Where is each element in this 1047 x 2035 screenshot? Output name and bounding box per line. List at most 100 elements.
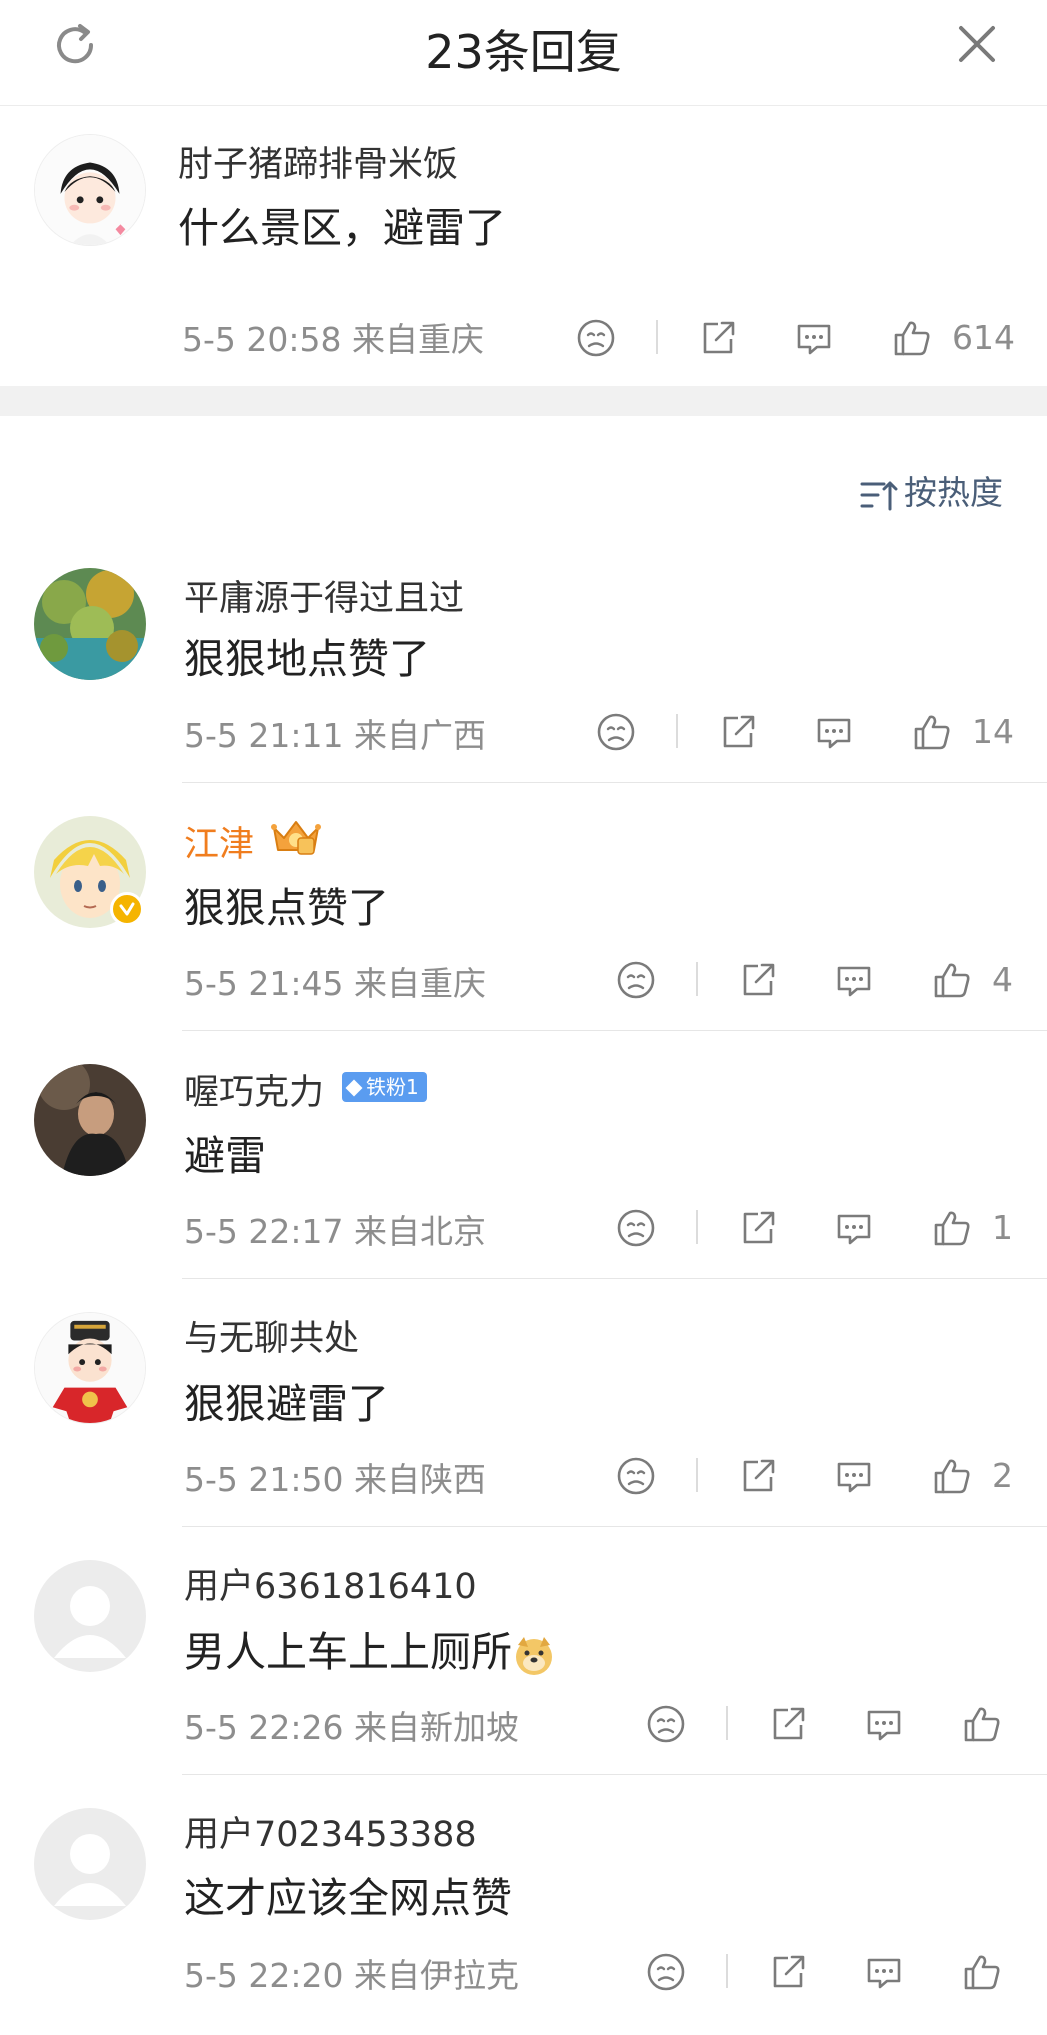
row-divider: [182, 1774, 1047, 1775]
reply-meta: 5-5 21:45 来自重庆: [184, 957, 486, 1005]
like-count: 14: [972, 712, 1014, 751]
sad-face-icon[interactable]: [614, 1454, 658, 1498]
reply-timestamp: 5-5 22:26: [184, 1708, 344, 1747]
comment-icon[interactable]: [862, 1950, 906, 1994]
reply-location: 来自北京: [354, 1212, 486, 1251]
reply-text: 避雷: [184, 1132, 266, 1180]
comment-icon[interactable]: [792, 316, 836, 360]
share-icon[interactable]: [736, 1206, 780, 1250]
reply-text: 狠狠地点赞了: [184, 635, 430, 683]
like-count: 1: [992, 1208, 1013, 1247]
reply-location: 来自新加坡: [354, 1708, 519, 1747]
close-icon[interactable]: [953, 20, 1001, 68]
comment-location: 来自重庆: [352, 320, 484, 359]
reply-author[interactable]: 用户6361816410: [184, 1558, 477, 1609]
reply-timestamp: 5-5 22:17: [184, 1212, 344, 1251]
fan-badge: 铁粉1: [342, 1072, 427, 1102]
reply-author[interactable]: 平庸源于得过且过: [184, 570, 464, 621]
header-bar: 23条回复: [0, 0, 1047, 106]
reply-actions: 4: [614, 958, 1014, 1002]
reply-meta: 5-5 22:26 来自新加坡: [184, 1701, 519, 1749]
sort-icon: [858, 475, 900, 515]
main-comment: 肘子猪蹄排骨米饭 什么景区，避雷了 5-5 20:58 来自重庆 614: [0, 106, 1047, 386]
comment-icon[interactable]: [832, 1206, 876, 1250]
sad-face-icon[interactable]: [574, 316, 618, 360]
reply-timestamp: 5-5 21:50: [184, 1460, 344, 1499]
divider: [696, 1210, 698, 1244]
reply-timestamp: 5-5 21:11: [184, 716, 344, 755]
divider: [696, 962, 698, 996]
crown-badge-icon: [268, 814, 324, 858]
divider: [676, 714, 678, 748]
comment-icon[interactable]: [832, 1454, 876, 1498]
avatar[interactable]: [34, 134, 146, 246]
row-divider: [182, 1030, 1047, 1031]
avatar[interactable]: [34, 1560, 146, 1672]
reply-timestamp: 5-5 22:20: [184, 1956, 344, 1995]
reply-actions: 1: [614, 1206, 1014, 1250]
sad-face-icon[interactable]: [644, 1950, 688, 1994]
reply-location: 来自重庆: [354, 964, 486, 1003]
reply-actions: [644, 1702, 1014, 1746]
share-icon[interactable]: [716, 710, 760, 754]
comment-actions: 614: [574, 316, 1015, 360]
thumbs-up-icon[interactable]: [910, 710, 954, 754]
row-divider: [182, 1526, 1047, 1527]
share-icon[interactable]: [696, 316, 740, 360]
reply-text-content: 男人上车上上厕所: [184, 1628, 512, 1676]
reply-timestamp: 5-5 21:45: [184, 964, 344, 1003]
reply-actions: 2: [614, 1454, 1014, 1498]
reply-location: 来自广西: [354, 716, 486, 755]
avatar[interactable]: [34, 568, 146, 680]
share-icon[interactable]: [766, 1950, 810, 1994]
row-divider: [182, 1278, 1047, 1279]
comment-icon[interactable]: [862, 1702, 906, 1746]
reply-text: 这才应该全网点赞: [184, 1874, 512, 1922]
verified-icon: [110, 892, 144, 926]
reply-author[interactable]: 用户7023453388: [184, 1806, 477, 1857]
reply-text: 狠狠点赞了: [184, 884, 389, 932]
avatar[interactable]: [34, 1312, 146, 1424]
like-count: 2: [992, 1456, 1013, 1495]
section-divider: [0, 386, 1047, 416]
reply-actions: [644, 1950, 1014, 1994]
sad-face-icon[interactable]: [614, 1206, 658, 1250]
reply-meta: 5-5 21:11 来自广西: [184, 709, 486, 757]
share-icon[interactable]: [736, 1454, 780, 1498]
reply-meta: 5-5 22:20 来自伊拉克: [184, 1949, 519, 1997]
comment-icon[interactable]: [832, 958, 876, 1002]
sort-label: 按热度: [904, 473, 1003, 512]
avatar[interactable]: [34, 1064, 146, 1176]
comment-icon[interactable]: [812, 710, 856, 754]
comment-author[interactable]: 肘子猪蹄排骨米饭: [178, 136, 458, 187]
reply-text: 狠狠避雷了: [184, 1380, 389, 1428]
thumbs-up-icon[interactable]: [930, 1454, 974, 1498]
comment-text: 什么景区，避雷了: [178, 204, 506, 252]
share-icon[interactable]: [736, 958, 780, 1002]
divider: [656, 320, 658, 354]
divider: [726, 1954, 728, 1988]
sad-face-icon[interactable]: [644, 1702, 688, 1746]
fan-badge-label: 铁粉1: [366, 1075, 419, 1099]
sad-face-icon[interactable]: [594, 710, 638, 754]
reply-author[interactable]: 喔巧克力: [184, 1064, 324, 1115]
comment-timestamp: 5-5 20:58: [182, 320, 342, 359]
reply-author[interactable]: 与无聊共处: [184, 1310, 359, 1361]
share-icon[interactable]: [766, 1702, 810, 1746]
row-divider: [182, 782, 1047, 783]
thumbs-up-icon[interactable]: [930, 1206, 974, 1250]
reply-meta: 5-5 21:50 来自陕西: [184, 1453, 486, 1501]
reply-author[interactable]: 江津: [184, 816, 254, 867]
sort-button[interactable]: 按热度: [858, 466, 1003, 514]
thumbs-up-icon[interactable]: [960, 1702, 1004, 1746]
diamond-icon: [345, 1079, 363, 1097]
comment-time: 5-5 20:58 来自重庆: [182, 313, 484, 361]
sad-face-icon[interactable]: [614, 958, 658, 1002]
thumbs-up-icon[interactable]: [930, 958, 974, 1002]
reply-location: 来自陕西: [354, 1460, 486, 1499]
avatar[interactable]: [34, 1808, 146, 1920]
thumbs-up-icon[interactable]: [890, 316, 934, 360]
thumbs-up-icon[interactable]: [960, 1950, 1004, 1994]
page-title: 23条回复: [425, 25, 622, 79]
like-count: 4: [992, 960, 1013, 999]
